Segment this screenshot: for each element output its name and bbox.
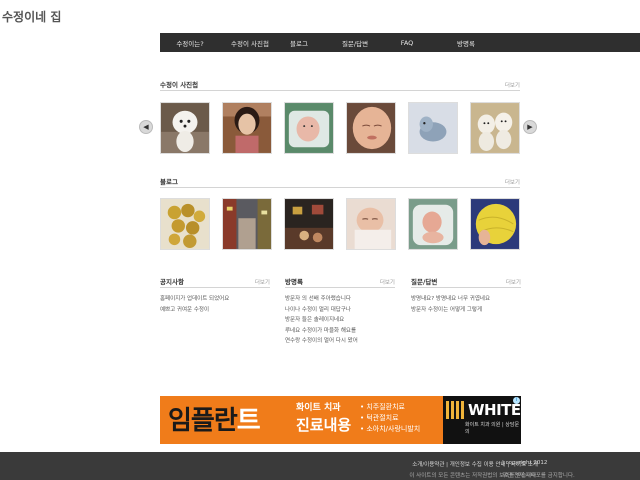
nav-about[interactable]: 수정이는?: [172, 38, 208, 48]
blog-thumb-street[interactable]: [222, 198, 272, 250]
blog-section-title[interactable]: 블로그: [160, 176, 178, 186]
notice-list: 홈페이지가 업데이트 되었어요 예쁘고 귀여운 수정이: [160, 294, 270, 315]
photo-thumbnails: [160, 102, 520, 156]
guestbook-board: 방명록 더보기 방문자 의 선배 주아랬습니다 나이나 수정이 멀리 대답구나 …: [285, 278, 395, 347]
chevron-left-icon: ◀: [143, 122, 149, 131]
blog-section-header: 블로그 더보기: [160, 178, 520, 188]
photo-section: 수정이 사진첩 더보기: [160, 81, 520, 91]
blog-section: 블로그 더보기: [160, 178, 520, 188]
ad-bullet: • 턱관절치료: [360, 414, 399, 422]
qna-title[interactable]: 질문/답변: [411, 276, 437, 286]
site-footer: 소개/이용약관 | 개인정보 수집 이용 안내 | 사이트 소개 | copyr…: [0, 452, 640, 480]
next-arrow-button[interactable]: ▶: [523, 120, 537, 134]
notice-title[interactable]: 공지사항: [160, 276, 184, 286]
photo-more-link[interactable]: 더보기: [505, 81, 520, 89]
ad-brand-mark: [446, 401, 464, 419]
notice-item[interactable]: 예쁘고 귀여운 수정이: [160, 305, 270, 316]
qna-more-link[interactable]: 더보기: [506, 278, 521, 286]
nav-blog[interactable]: 블로그: [288, 38, 310, 48]
ad-tagline: 화이트 치과: [296, 403, 341, 413]
photo-thumb-newborn[interactable]: [346, 102, 396, 154]
photo-thumb-baby-bath[interactable]: [284, 102, 334, 154]
notice-header: 공지사항 더보기: [160, 278, 270, 288]
ad-tagline-sub: 진료내용: [296, 416, 352, 434]
ad-bullet: • 소아치/사랑니발치: [360, 425, 421, 433]
blog-thumb-food[interactable]: [160, 198, 210, 250]
footer-copyright: | copyright 2012: [502, 460, 548, 466]
ad-bullet: • 치주질환치료: [360, 403, 405, 411]
site-title[interactable]: 수정이네 집: [2, 8, 61, 25]
photo-section-header: 수정이 사진첩 더보기: [160, 81, 520, 91]
nav-qna[interactable]: 질문/답변: [338, 38, 372, 48]
nav-faq[interactable]: FAQ: [398, 39, 416, 47]
photo-thumb-seal-toy[interactable]: [408, 102, 458, 154]
footer-notice-cont: 무단 전재·재배포를 금지합니다.: [502, 473, 575, 479]
photo-thumb-dog[interactable]: [160, 102, 210, 154]
notice-board: 공지사항 더보기 홈페이지가 업데이트 되었어요 예쁘고 귀여운 수정이: [160, 278, 270, 315]
nav-photos[interactable]: 수정이 사진첩: [228, 38, 272, 48]
blog-thumbnails: [160, 198, 520, 252]
chevron-right-icon: ▶: [527, 122, 533, 131]
nav-guestbook[interactable]: 방명록: [454, 38, 478, 48]
ad-brand-subtitle: 화이트 치과 의원 | 상담문의: [465, 422, 520, 435]
photo-thumb-two-dogs[interactable]: [470, 102, 520, 154]
blog-thumb-baby-tub[interactable]: [408, 198, 458, 250]
guestbook-item[interactable]: 방문자 들은 솔레이지네요: [285, 315, 395, 326]
ad-banner[interactable]: 임플란트 화이트 치과 진료내용 • 치주질환치료 • 턱관절치료 • 소아치/…: [160, 396, 521, 444]
guestbook-item[interactable]: 나이나 수정이 멀리 대답구나: [285, 305, 395, 316]
ad-headline-main: 임플란: [168, 406, 238, 436]
ad-treatment-list: • 치주질환치료 • 턱관절치료 • 소아치/사랑니발치: [360, 402, 420, 435]
guestbook-item[interactable]: 방문자 의 선배 주아랬습니다: [285, 294, 395, 305]
guestbook-list: 방문자 의 선배 주아랬습니다 나이나 수정이 멀리 대답구나 방문자 들은 솔…: [285, 294, 395, 347]
guestbook-title[interactable]: 방명록: [285, 276, 303, 286]
notice-more-link[interactable]: 더보기: [255, 278, 270, 286]
qna-item[interactable]: 방명내요? 방명내요 너무 귀엽네요: [411, 294, 521, 305]
ad-brand-logo: WHITE: [468, 401, 521, 419]
qna-item[interactable]: 방문자 수정이는 어떻게 그렇게: [411, 305, 521, 316]
blog-thumb-sleeping-baby[interactable]: [346, 198, 396, 250]
guestbook-more-link[interactable]: 더보기: [380, 278, 395, 286]
blog-thumb-market[interactable]: [284, 198, 334, 250]
guestbook-item[interactable]: 연수랑 수정이의 멀어 다시 왔어: [285, 336, 395, 347]
guestbook-item[interactable]: 루네요 수정이가 마을화 해요를: [285, 326, 395, 337]
ad-headline: 임플란트: [168, 400, 261, 437]
qna-list: 방명내요? 방명내요 너무 귀엽네요 방문자 수정이는 어떻게 그렇게: [411, 294, 521, 315]
guestbook-header: 방명록 더보기: [285, 278, 395, 288]
blog-more-link[interactable]: 더보기: [505, 178, 520, 186]
ad-brand-panel: WHITE 화이트 치과 의원 | 상담문의: [443, 396, 521, 444]
photo-section-title[interactable]: 수정이 사진첩: [160, 79, 198, 89]
notice-item[interactable]: 홈페이지가 업데이트 되었어요: [160, 294, 270, 305]
ad-info-icon[interactable]: i: [513, 397, 520, 404]
qna-header: 질문/답변 더보기: [411, 278, 521, 288]
prev-arrow-button[interactable]: ◀: [139, 120, 153, 134]
photo-thumb-woman[interactable]: [222, 102, 272, 154]
main-navigation: 수정이는? 수정이 사진첩 블로그 질문/답변 FAQ 방명록: [160, 33, 640, 52]
ad-headline-accent: 트: [236, 406, 261, 436]
blog-thumb-ball[interactable]: [470, 198, 520, 250]
qna-board: 질문/답변 더보기 방명내요? 방명내요 너무 귀엽네요 방문자 수정이는 어떻…: [411, 278, 521, 315]
